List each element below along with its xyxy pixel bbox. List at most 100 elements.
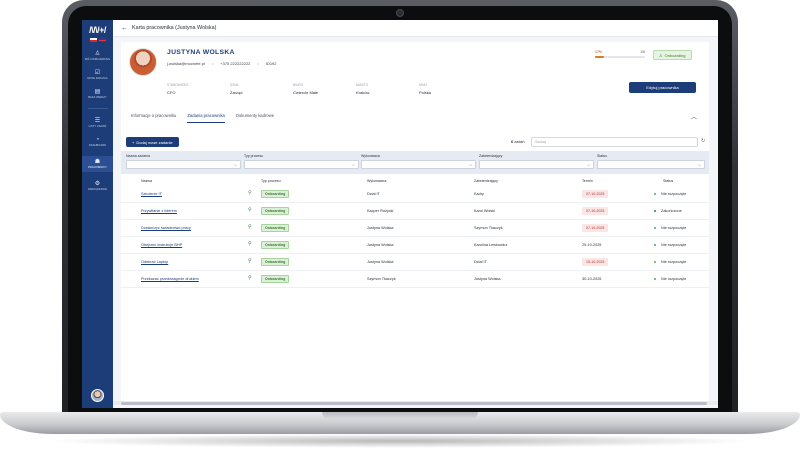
status-text: Nie rozpoczęte: [661, 192, 687, 196]
filter-select[interactable]: ⌵: [479, 160, 594, 169]
task-name-link[interactable]: Szkolenie IT: [141, 192, 162, 196]
assign-person-icon[interactable]: ⚲: [248, 224, 252, 230]
polish-flag-icon[interactable]: [89, 38, 97, 42]
webcam: [396, 9, 404, 17]
english-flag-icon[interactable]: [98, 38, 106, 42]
app-screen: /\/\/+/ ♙ Mój onboarding ☑ Moje zadania …: [82, 20, 718, 408]
due-date: 29-10-2025: [582, 243, 602, 247]
table-row[interactable]: Szkolenie IT ⚲ Onboarding Dział IT Kadry 07-1…: [121, 186, 709, 203]
task-count-label: zadań: [514, 140, 525, 144]
task-name-link[interactable]: Przekazać przedwstępnie drukiem: [141, 277, 199, 281]
column-header-name[interactable]: Nazwa: [141, 179, 152, 183]
task-name-link[interactable]: Odebrać Laptop: [141, 260, 168, 264]
main-content: ← Karta pracownika (Justyna Wolska) JUST…: [113, 20, 718, 408]
assign-person-icon[interactable]: ⚲: [248, 207, 252, 213]
table-row[interactable]: Dostarczyć świadectwo pracy ⚲ Onboarding Ju…: [121, 220, 709, 237]
column-header-due[interactable]: Termin: [582, 179, 593, 183]
employee-tabs: Informacje o pracowniku Zadania pracowni…: [131, 113, 274, 123]
tab-employee-tasks[interactable]: Zadania pracownika: [187, 113, 225, 123]
reset-filters-icon[interactable]: ↻: [701, 138, 705, 144]
sidebar-item-knowledge-base[interactable]: ▤ Baza wiedzy: [82, 89, 113, 99]
filter-label: Nazwa zadania: [126, 154, 150, 158]
filter-select[interactable]: ⌵: [361, 160, 476, 169]
user-avatar[interactable]: [91, 389, 104, 402]
detail-position: Stanowisko CFO: [167, 83, 230, 95]
add-task-button[interactable]: + Dodaj nowe zadanie: [126, 137, 179, 147]
table-header: Nazwa Typ procesu Wykonawca Zatwierdzają…: [121, 175, 709, 184]
table-row[interactable]: Odebrać Laptop ⚲ Onboarding Justyna Wolska D…: [121, 254, 709, 271]
due-date: 07-10-2025: [582, 224, 609, 232]
sidebar-item-task-lists[interactable]: ☰ Listy zadań: [82, 118, 113, 128]
sidebar-item-my-onboarding[interactable]: ♙ Mój onboarding: [82, 51, 113, 61]
status-dot-icon: [654, 278, 656, 280]
search-input[interactable]: Szukaj: [531, 137, 698, 147]
sidebar-item-dashboard[interactable]: ◔ Dashboard: [82, 137, 113, 147]
assign-person-icon[interactable]: ⚲: [248, 275, 252, 281]
sidebar-item-label: Zarządzanie: [87, 188, 108, 191]
assignee-cell: Justyna Wolska: [367, 226, 394, 230]
filter-label: Status: [597, 154, 607, 158]
separator-dot: •: [211, 61, 214, 66]
filter-select[interactable]: ⌵: [244, 160, 359, 169]
task-name-link[interactable]: Przywitanie z liderem: [141, 209, 177, 213]
chevron-up-icon[interactable]: ︿: [691, 112, 697, 121]
due-date: 30-10-2025: [582, 277, 602, 281]
chevron-down-icon: ⌵: [697, 162, 701, 167]
table-row[interactable]: Przekazać przedwstępnie drukiem ⚲ Onboardi…: [121, 271, 709, 288]
assign-person-icon[interactable]: ⚲: [248, 241, 252, 247]
detail-label: Biuro: [293, 83, 304, 87]
back-arrow-icon[interactable]: ←: [121, 25, 128, 32]
assignee-cell: Kacper Różycki: [367, 209, 394, 213]
status-cell: Nie rozpoczęte: [654, 192, 686, 196]
table-row[interactable]: Obejrzeć instrukcje BHP ⚲ Onboarding Justyn…: [121, 237, 709, 254]
status-text: Nie rozpoczęte: [661, 243, 687, 247]
employee-email[interactable]: j.wolska@mocnefe.pl: [167, 61, 205, 66]
assign-person-icon[interactable]: ⚲: [248, 190, 252, 196]
scrollbar-thumb[interactable]: [121, 401, 707, 405]
status-cell: Nie rozpoczęte: [654, 243, 686, 247]
sidebar-item-label: Baza wiedzy: [88, 96, 107, 99]
task-name-link[interactable]: Obejrzeć instrukcje BHP: [141, 243, 182, 247]
sidebar-item-my-tasks[interactable]: ☑ Moje zadania: [82, 70, 113, 80]
task-name-link[interactable]: Dostarczyć świadectwo pracy: [141, 226, 191, 230]
page-title: Karta pracownika (Justyna Wolska): [132, 25, 217, 31]
sidebar-item-employees[interactable]: ☗ Pracownicy: [82, 156, 113, 172]
list-icon: ☰: [94, 118, 101, 124]
column-header-approver[interactable]: Zatwierdzający: [474, 179, 498, 183]
assignee-cell: Justyna Wolska: [367, 260, 394, 264]
filter-select[interactable]: ⌵: [126, 160, 241, 169]
sidebar-item-label: Dashboard: [88, 144, 107, 147]
status-dot-icon: [654, 193, 656, 195]
assignee-cell: Szymon Tkaczyk: [367, 277, 396, 281]
status-badge-label: Onboarding: [664, 52, 686, 58]
status-dot-icon: [654, 210, 656, 212]
filter-approver: Zatwierdzający ⌵: [479, 154, 594, 169]
tasks-toolbar: + Dodaj nowe zadanie 6 zadań Szukaj ↻: [121, 134, 709, 149]
column-header-status[interactable]: Status: [663, 179, 673, 183]
tab-employee-info[interactable]: Informacje o pracowniku: [131, 113, 176, 123]
employee-id: ID192: [265, 61, 277, 66]
sidebar-item-management[interactable]: ⚙ Zarządzanie: [82, 181, 113, 191]
detail-department: Dział Zarząd: [230, 83, 293, 95]
assign-person-icon[interactable]: ⚲: [248, 258, 252, 264]
app-logo[interactable]: /\/\/+/: [89, 25, 106, 35]
progress-fill: [595, 56, 604, 58]
detail-label: Miasto: [356, 83, 369, 87]
tab-hr-documents[interactable]: Dokumenty kadrowe: [236, 113, 274, 123]
book-icon: ▤: [94, 89, 101, 95]
horizontal-scrollbar[interactable]: [113, 401, 718, 405]
status-dot-icon: [654, 244, 656, 246]
progress-track: [595, 56, 645, 58]
process-badge: Onboarding: [261, 258, 290, 266]
edit-employee-button[interactable]: Edytuj pracownika: [629, 82, 696, 93]
column-header-process[interactable]: Typ procesu: [261, 179, 281, 183]
process-badge: Onboarding: [261, 275, 290, 283]
detail-value: Polska: [419, 90, 432, 95]
table-row[interactable]: Przywitanie z liderem ⚲ Onboarding Kacper R…: [121, 203, 709, 220]
process-badge: Onboarding: [261, 207, 290, 215]
column-header-assignee[interactable]: Wykonawca: [367, 179, 386, 183]
tasks-panel: + Dodaj nowe zadanie 6 zadań Szukaj ↻ Na…: [121, 134, 709, 402]
employee-card: JUSTYNA WOLSKA j.wolska@mocnefe.pl • +37…: [121, 42, 709, 134]
filter-select[interactable]: ⌵: [597, 160, 705, 169]
chevron-down-icon: ⌵: [351, 162, 355, 167]
